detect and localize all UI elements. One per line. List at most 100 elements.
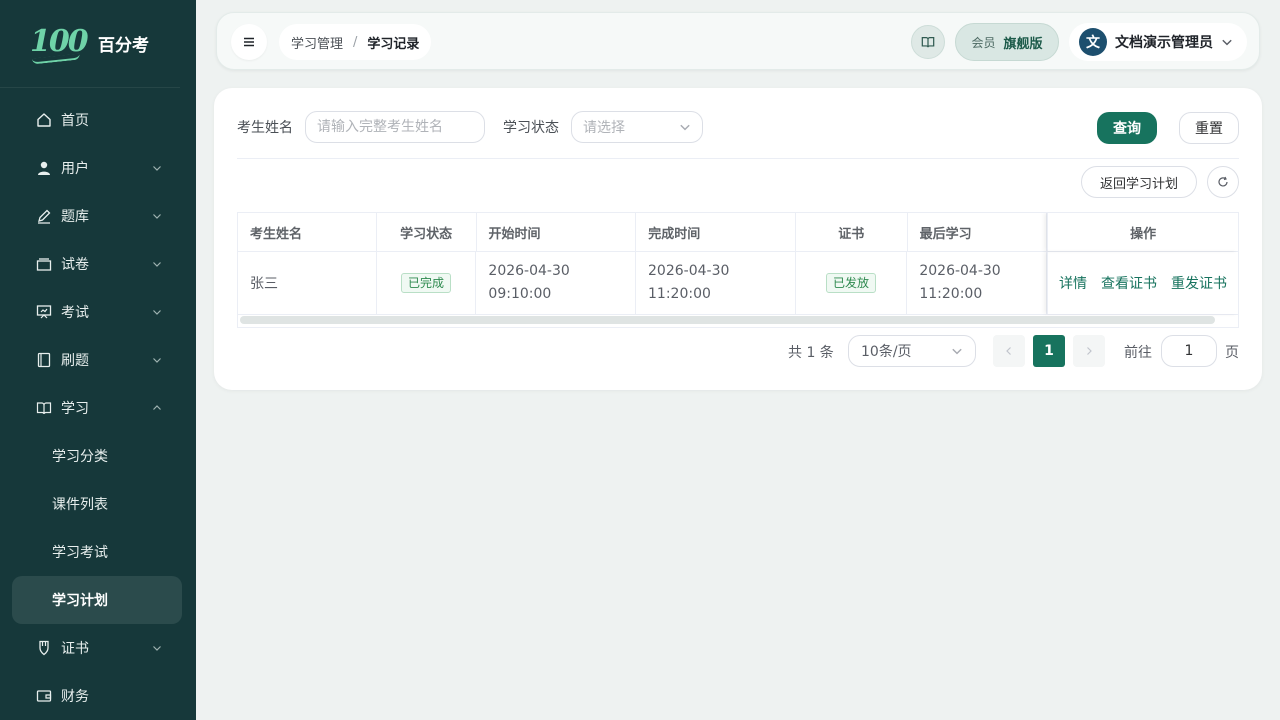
last-clock: 11:20:00 (919, 286, 983, 302)
query-button[interactable]: 查询 (1097, 112, 1157, 144)
user-menu[interactable]: 文 文档演示管理员 (1069, 23, 1247, 61)
status-select[interactable]: 请选择 (571, 111, 703, 143)
status-filter-label: 学习状态 (503, 120, 559, 136)
home-icon (36, 112, 52, 128)
records-card: 考生姓名 学习状态 请选择 查询 重置 返回学习计划 考生姓名 学习状态 开始时… (214, 88, 1262, 390)
sidebar-item-label: 考试 (61, 305, 89, 321)
presentation-icon (36, 304, 52, 320)
start-time: 2026-04-30 09:10:00 (476, 252, 637, 314)
finish-clock: 11:20:00 (648, 286, 711, 302)
breadcrumb-current: 学习记录 (367, 36, 420, 52)
brand-name: 百分考 (98, 36, 149, 56)
goto-suffix: 页 (1225, 345, 1239, 361)
refresh-icon (1218, 176, 1228, 187)
view-certificate-link[interactable]: 查看证书 (1101, 273, 1157, 293)
brand[interactable]: 100 百分考 (0, 0, 180, 88)
sidebar-item-label: 题库 (61, 209, 89, 225)
vip-badge[interactable]: 会员 旗舰版 (955, 23, 1059, 61)
refresh-button[interactable] (1207, 166, 1239, 198)
vip-label: 会员 (971, 35, 996, 50)
chevron-down-icon (153, 358, 161, 363)
certificate-badge: 已发放 (825, 273, 876, 293)
status-select-placeholder: 请选择 (583, 120, 625, 136)
book-open-icon (36, 400, 52, 416)
column-header: 开始时间 (477, 213, 637, 251)
sidebar-item-label: 学习 (61, 401, 89, 417)
sidebar-subitem-study-exam[interactable]: 学习考试 (0, 528, 196, 576)
sidebar-item-exam[interactable]: 考试 (0, 288, 196, 336)
name-search-input[interactable] (305, 111, 485, 143)
column-header: 操作 (1047, 213, 1238, 251)
sidebar-subitem-study-plan[interactable]: 学习计划 (12, 576, 182, 624)
breadcrumb-separator: / (353, 34, 358, 50)
row-actions: 详情 查看证书 重发证书 (1047, 252, 1238, 314)
chevron-down-icon (153, 166, 161, 171)
chevron-right-icon (1087, 347, 1092, 355)
chevron-down-icon (1222, 39, 1232, 46)
notebook-icon (36, 352, 52, 368)
chevron-down-icon (153, 646, 161, 651)
status-badge: 已完成 (401, 273, 452, 293)
column-header: 考生姓名 (238, 213, 377, 251)
total-count: 共 1 条 (788, 345, 834, 361)
column-header: 最后学习 (908, 213, 1048, 251)
avatar: 文 (1079, 28, 1107, 56)
last-study-time: 2026-04-30 11:20:00 (907, 252, 1047, 314)
page-size-value: 10条/页 (861, 344, 912, 360)
sidebar-item-certificate[interactable]: 证书 (0, 624, 196, 672)
prev-page-button[interactable] (993, 335, 1025, 367)
sidebar-item-finance[interactable]: 财务 (0, 672, 196, 720)
chevron-down-icon (680, 124, 690, 131)
page-size-select[interactable]: 10条/页 (848, 335, 976, 367)
back-to-plan-button[interactable]: 返回学习计划 (1081, 166, 1197, 198)
table-row: 张三 已完成 2026-04-30 09:10:00 2026-04-30 11… (238, 252, 1238, 315)
reissue-certificate-link[interactable]: 重发证书 (1171, 273, 1227, 293)
page-number-current[interactable]: 1 (1033, 335, 1065, 367)
wallet-icon (36, 688, 52, 704)
horizontal-scrollbar[interactable] (240, 316, 1215, 324)
divider (237, 158, 1239, 159)
table-header: 考生姓名 学习状态 开始时间 完成时间 证书 最后学习 操作 (238, 213, 1238, 252)
sidebar-subitem-courseware-list[interactable]: 课件列表 (0, 480, 196, 528)
top-header: 学习管理 / 学习记录 会员 旗舰版 文 文档演示管理员 (216, 12, 1260, 70)
sidebar-item-home[interactable]: 首页 (0, 96, 196, 144)
student-name: 张三 (238, 252, 377, 314)
finish-time: 2026-04-30 11:20:00 (636, 252, 796, 314)
column-header: 学习状态 (377, 213, 477, 251)
tray-icon (36, 256, 52, 272)
chevron-down-icon (952, 348, 962, 355)
sidebar-subitem-study-category[interactable]: 学习分类 (0, 432, 196, 480)
sidebar-item-label: 刷题 (61, 353, 89, 369)
next-page-button[interactable] (1073, 335, 1105, 367)
start-date: 2026-04-30 (488, 263, 570, 279)
last-date: 2026-04-30 (919, 263, 1001, 279)
sidebar-item-question-bank[interactable]: 题库 (0, 192, 196, 240)
brand-logo: 100 (30, 24, 89, 64)
docs-button[interactable] (911, 25, 945, 59)
pagination: 共 1 条 10条/页 1 前往 页 (214, 335, 1262, 367)
name-filter-label: 考生姓名 (237, 120, 293, 136)
breadcrumb: 学习管理 / 学习记录 (279, 24, 432, 60)
hamburger-icon (244, 37, 254, 47)
reset-button[interactable]: 重置 (1179, 112, 1239, 144)
breadcrumb-item[interactable]: 学习管理 (291, 33, 343, 52)
menu-toggle-button[interactable] (231, 24, 267, 60)
sidebar-item-label: 用户 (61, 161, 89, 177)
sidebar-item-label: 证书 (61, 641, 89, 657)
sidebar-item-practice[interactable]: 刷题 (0, 336, 196, 384)
sidebar-item-study[interactable]: 学习 (0, 384, 196, 432)
user-name: 文档演示管理员 (1115, 35, 1213, 51)
goto-page-input[interactable] (1161, 335, 1217, 367)
sidebar-item-papers[interactable]: 试卷 (0, 240, 196, 288)
filter-bar: 考生姓名 学习状态 请选择 (237, 111, 703, 143)
sidebar-menu: 首页 用户 题库 试卷 考试 刷题 学习 学习分类 课件列表 学习考试 学习计划… (0, 88, 196, 720)
records-table: 考生姓名 学习状态 开始时间 完成时间 证书 最后学习 操作 张三 已完成 20… (237, 212, 1239, 328)
sidebar-item-user[interactable]: 用户 (0, 144, 196, 192)
sidebar-item-label: 试卷 (61, 257, 89, 273)
chevron-down-icon (153, 214, 161, 219)
medal-icon (36, 640, 52, 656)
book-open-icon (921, 37, 935, 48)
detail-link[interactable]: 详情 (1059, 273, 1087, 293)
sidebar-item-label: 财务 (61, 689, 89, 705)
start-clock: 09:10:00 (488, 286, 552, 302)
